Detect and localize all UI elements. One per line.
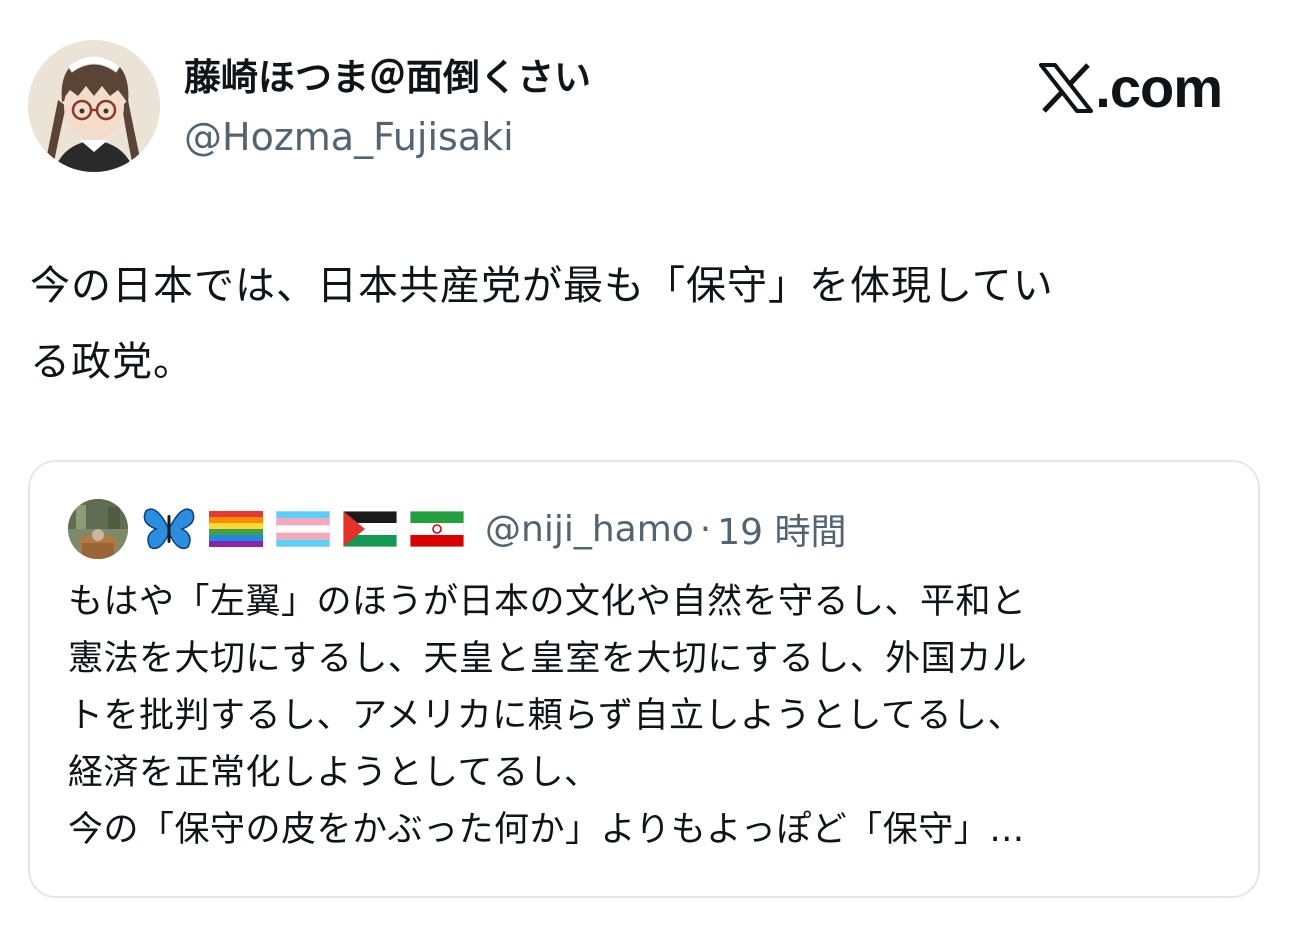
iran-flag-icon [410,511,464,547]
quoted-timestamp[interactable]: 19 時間 [717,503,846,555]
author-display-name[interactable]: 藤崎ほつま＠面倒くさい [184,54,591,102]
tweet-line: 今の日本では、日本共産党が最も「保守」を体現してい [30,263,1054,309]
brand-text: .com [1095,56,1223,119]
butterfly-icon [142,505,196,553]
author-avatar[interactable] [28,40,160,172]
author-names: 藤崎ほつま＠面倒くさい @Hozma_Fujisaki [184,54,591,162]
palestine-flag-icon [343,511,397,547]
quoted-tweet-text: もはや「左翼」のほうが日本の文化や自然を守るし、平和と 憲法を大切にするし、天皇… [68,574,1228,859]
quoted-tweet[interactable]: @niji_hamo · 19 時間 もはや「左翼」のほうが日本の文化や自然を守… [28,460,1260,898]
quoted-avatar-icon [68,499,128,559]
tweet-header: 藤崎ほつま＠面倒くさい @Hozma_Fujisaki .com [28,40,1262,174]
quoted-line: 経済を正常化しようとしてるし、 [68,753,600,793]
x-brand: .com [1039,56,1223,119]
rainbow-flag-icon [209,511,263,547]
quoted-line: 憲法を大切にするし、天皇と皇室を大切にするし、外国カル [68,639,1028,679]
quoted-line: トを批判するし、アメリカに頼らず自立しようとしてるし、 [68,696,1024,736]
quoted-avatar[interactable] [68,499,128,559]
tweet-text: 今の日本では、日本共産党が最も「保守」を体現してい る政党。 [30,248,1230,400]
author-handle[interactable]: @Hozma_Fujisaki [184,112,591,162]
profile-avatar-icon [28,40,160,172]
quoted-line: 今の「保守の皮をかぶった何か」よりもよっぽど「保守」… [68,810,1025,850]
transgender-flag-icon [276,511,330,547]
quoted-line: もはや「左翼」のほうが日本の文化や自然を守るし、平和と [68,582,1027,622]
quoted-separator: · [699,508,712,550]
x-logo-icon [1039,63,1094,113]
quoted-handle[interactable]: @niji_hamo [485,509,694,550]
quoted-tweet-header: @niji_hamo · 19 時間 [68,498,847,560]
tweet-line: る政党。 [30,339,194,385]
